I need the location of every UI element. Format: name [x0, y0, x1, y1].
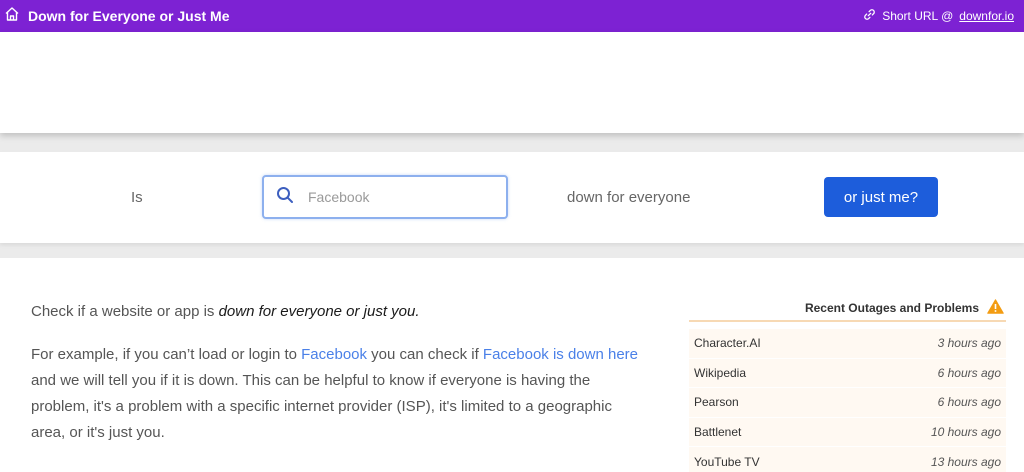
outage-item[interactable]: Pearson 6 hours ago: [689, 388, 1006, 418]
explain-part2: you can check if: [367, 346, 483, 363]
outage-time: 6 hours ago: [937, 395, 1001, 410]
outage-item[interactable]: Character.AI 3 hours ago: [689, 329, 1006, 359]
outage-time: 6 hours ago: [937, 365, 1001, 380]
outage-item[interactable]: YouTube TV 13 hours ago: [689, 447, 1006, 472]
outage-time: 3 hours ago: [937, 336, 1001, 351]
short-url: Short URL @ downfor.io: [863, 8, 1014, 24]
outage-time: 13 hours ago: [930, 454, 1001, 469]
outage-name: YouTube TV: [694, 454, 760, 469]
is-label: Is: [131, 189, 143, 206]
down-for-everyone-label: down for everyone: [567, 189, 691, 206]
website-search-input[interactable]: [308, 189, 488, 205]
outage-time: 10 hours ago: [930, 425, 1001, 440]
outage-item[interactable]: Wikipedia 6 hours ago: [689, 358, 1006, 389]
link-icon: [863, 8, 876, 24]
recent-outages-title: Recent Outages and Problems: [804, 301, 979, 315]
intro-emphasis: down for everyone or just you.: [218, 303, 420, 320]
outage-name: Pearson: [694, 395, 739, 410]
outage-item[interactable]: Battlenet 10 hours ago: [689, 417, 1006, 448]
ad-area: [0, 32, 1024, 133]
short-url-link[interactable]: downfor.io: [959, 9, 1014, 23]
or-just-me-button[interactable]: or just me?: [824, 177, 938, 217]
warning-icon: [987, 299, 1004, 317]
facebook-link[interactable]: Facebook: [301, 346, 367, 363]
outage-name: Character.AI: [694, 336, 761, 351]
search-box[interactable]: [262, 175, 508, 219]
outage-name: Wikipedia: [694, 365, 747, 380]
search-icon: [276, 186, 294, 209]
outage-list: Character.AI 3 hours ago Wikipedia 6 hou…: [689, 329, 1006, 472]
explain-part3: and we will tell you if it is down. This…: [31, 372, 612, 441]
search-form: Is down for everyone or just me?: [0, 152, 1024, 243]
home-link[interactable]: Down for Everyone or Just Me: [4, 6, 229, 27]
outage-name: Battlenet: [694, 425, 742, 440]
explanation-paragraph: For example, if you can’t load or login …: [31, 342, 646, 446]
site-title: Down for Everyone or Just Me: [28, 8, 230, 24]
facebook-down-link[interactable]: Facebook is down here: [483, 346, 638, 363]
short-url-prefix: Short URL @: [882, 9, 954, 23]
explain-part1: For example, if you can’t load or login …: [31, 346, 302, 363]
home-icon: [4, 6, 20, 27]
recent-outages-header: Recent Outages and Problems: [689, 296, 1006, 322]
main-content: Check if a website or app is down for ev…: [0, 258, 1024, 472]
intro-text: Check if a website or app is down for ev…: [31, 303, 420, 320]
intro-prefix: Check if a website or app is: [31, 303, 219, 320]
top-navbar: Down for Everyone or Just Me Short URL @…: [0, 0, 1024, 32]
